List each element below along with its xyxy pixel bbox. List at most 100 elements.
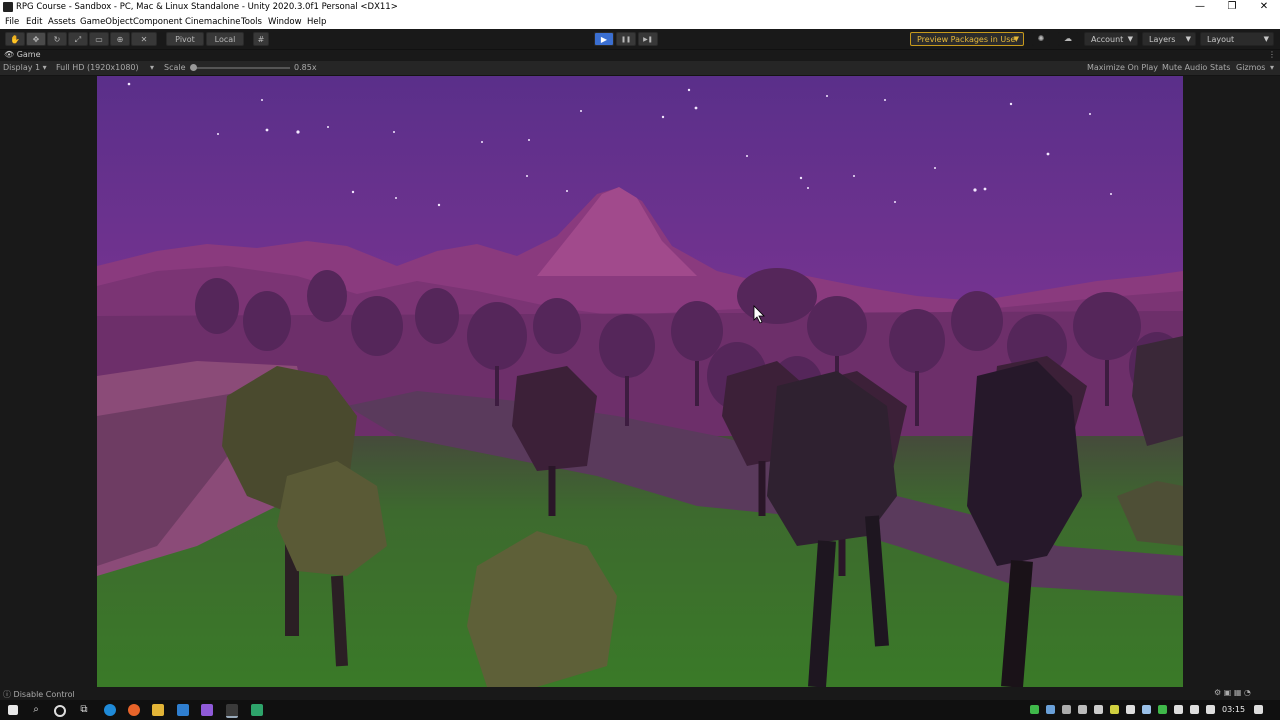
chevron-down-icon: ▼ — [1127, 35, 1133, 43]
maximize-on-play-toggle[interactable]: Maximize On Play — [1087, 63, 1158, 72]
menu-edit[interactable]: Edit — [26, 17, 42, 27]
chevron-down-icon: ▼ — [1013, 35, 1019, 43]
tray-app-icon[interactable] — [1142, 705, 1151, 714]
panel-menu-icon[interactable]: ⋮ — [1268, 50, 1276, 59]
transform-tool-icon[interactable]: ⊕ — [110, 32, 130, 46]
tab-game-label: Game — [16, 50, 41, 59]
account-label: Account — [1091, 35, 1124, 44]
status-text: Disable Control — [13, 690, 75, 699]
restore-button[interactable]: ❐ — [1216, 0, 1248, 15]
preview-packages-label: Preview Packages in Use — [917, 35, 1016, 44]
menu-file[interactable]: File — [5, 17, 19, 27]
unity-icon — [3, 2, 13, 12]
status-bar: ⓘ Disable Control ⚙ ▣ ▦ ◔ — [0, 687, 1280, 700]
game-viewport[interactable] — [97, 76, 1183, 687]
taskbar-clock[interactable]: 03:15 — [1222, 705, 1245, 714]
resolution-label: Full HD (1920x1080) — [56, 63, 139, 72]
tray-app-icon[interactable] — [1126, 705, 1135, 714]
main-toolbar: ✋ ✥ ↻ ⤢ ▭ ⊕ ✕ Pivot Local # ▶ ❚❚ ▶❚ Prev… — [0, 29, 1280, 50]
tray-app-icon[interactable] — [1078, 705, 1087, 714]
stats-toggle[interactable]: Stats — [1210, 63, 1230, 72]
close-button[interactable]: ✕ — [1248, 0, 1280, 15]
cortana-icon[interactable] — [54, 705, 66, 717]
scale-tool-icon[interactable]: ⤢ — [68, 32, 88, 46]
chevron-down-icon: ▾ — [42, 63, 47, 72]
mute-audio-toggle[interactable]: Mute Audio — [1162, 63, 1207, 72]
status-message: ⓘ Disable Control — [3, 689, 75, 700]
tray-app-icon[interactable] — [1158, 705, 1167, 714]
app-taskbar-icon[interactable] — [251, 704, 263, 716]
layers-label: Layers — [1149, 35, 1176, 44]
display-label: Display 1 — [3, 63, 41, 72]
menu-cinemachine[interactable]: Cinemachine — [185, 17, 240, 27]
mail-icon[interactable] — [177, 704, 189, 716]
tray-app-icon[interactable] — [1094, 705, 1103, 714]
pivot-toggle[interactable]: Pivot — [166, 32, 204, 46]
gizmos-toggle[interactable]: Gizmos — [1236, 63, 1265, 72]
tray-app-icon[interactable] — [1110, 705, 1119, 714]
menu-assets[interactable]: Assets — [48, 17, 76, 27]
menu-window[interactable]: Window — [268, 17, 302, 27]
menu-component[interactable]: Component — [133, 17, 182, 27]
menu-gameobject[interactable]: GameObject — [80, 17, 133, 27]
firefox-icon[interactable] — [128, 704, 140, 716]
battery-icon[interactable] — [1190, 705, 1199, 714]
minimize-button[interactable]: — — [1184, 0, 1216, 15]
network-icon[interactable] — [1174, 705, 1183, 714]
game-view-toolbar: Display 1 ▾ Full HD (1920x1080) ▾ Scale … — [0, 61, 1280, 76]
game-icon: 👁 — [4, 50, 15, 59]
rect-tool-icon[interactable]: ▭ — [89, 32, 109, 46]
visual-studio-icon[interactable] — [201, 704, 213, 716]
edge-icon[interactable] — [104, 704, 116, 716]
step-button[interactable]: ▶❚ — [638, 32, 658, 46]
display-dropdown[interactable]: Display 1 ▾ — [3, 63, 47, 72]
chevron-down-icon: ▼ — [1263, 35, 1269, 43]
panel-tab-bar: 👁 Game ⋮ — [0, 50, 1280, 61]
layers-dropdown[interactable]: Layers ▼ — [1142, 32, 1196, 46]
info-icon: ⓘ — [3, 690, 11, 699]
pivot-label: Pivot — [175, 35, 195, 44]
menu-tools[interactable]: Tools — [241, 17, 262, 27]
local-label: Local — [214, 35, 236, 44]
chevron-down-icon: ▾ — [150, 63, 155, 72]
scale-slider-handle[interactable] — [190, 64, 197, 71]
chevron-down-icon: ▾ — [1270, 63, 1275, 72]
preview-packages-dropdown[interactable]: Preview Packages in Use ▼ — [910, 32, 1024, 46]
grid-snap-icon[interactable]: # — [253, 32, 269, 46]
local-toggle[interactable]: Local — [206, 32, 244, 46]
custom-tool-icon[interactable]: ✕ — [131, 32, 157, 46]
tray-app-icon[interactable] — [1062, 705, 1071, 714]
file-explorer-icon[interactable] — [152, 704, 164, 716]
volume-icon[interactable] — [1206, 705, 1215, 714]
scale-slider[interactable] — [192, 67, 290, 69]
move-tool-icon[interactable]: ✥ — [26, 32, 46, 46]
scale-label: Scale — [164, 63, 186, 72]
window-title: RPG Course - Sandbox - PC, Mac & Linux S… — [16, 2, 398, 12]
task-view-icon[interactable]: ⧉ — [78, 704, 90, 716]
collab-icon[interactable]: ✺ — [1032, 32, 1050, 46]
layout-dropdown[interactable]: Layout ▼ — [1200, 32, 1274, 46]
tray-app-icon[interactable] — [1030, 705, 1039, 714]
unity-taskbar-icon[interactable] — [226, 704, 238, 718]
tab-game[interactable]: 👁 Game — [4, 50, 41, 59]
hand-tool-icon[interactable]: ✋ — [5, 32, 25, 46]
pause-button[interactable]: ❚❚ — [616, 32, 636, 46]
scale-value: 0.85x — [294, 63, 317, 72]
windows-taskbar: ⌕ ⧉ 03:15 — [0, 700, 1280, 720]
windows-start-icon[interactable] — [8, 705, 18, 715]
account-dropdown[interactable]: Account ▼ — [1084, 32, 1138, 46]
tray-app-icon[interactable] — [1046, 705, 1055, 714]
menu-bar: File Edit Assets GameObject Component Ci… — [0, 15, 1280, 29]
status-bar-icons: ⚙ ▣ ▦ ◔ — [1214, 688, 1251, 697]
search-icon[interactable]: ⌕ — [30, 704, 42, 716]
rotate-tool-icon[interactable]: ↻ — [47, 32, 67, 46]
game-scene — [97, 76, 1183, 687]
resolution-dropdown[interactable]: Full HD (1920x1080) — [56, 63, 139, 72]
layout-label: Layout — [1207, 35, 1235, 44]
play-button[interactable]: ▶ — [594, 32, 614, 46]
chevron-down-icon: ▼ — [1185, 35, 1191, 43]
menu-help[interactable]: Help — [307, 17, 326, 27]
window-titlebar: RPG Course - Sandbox - PC, Mac & Linux S… — [0, 0, 1280, 15]
notifications-icon[interactable] — [1254, 705, 1263, 714]
cloud-icon[interactable]: ☁ — [1058, 32, 1078, 46]
